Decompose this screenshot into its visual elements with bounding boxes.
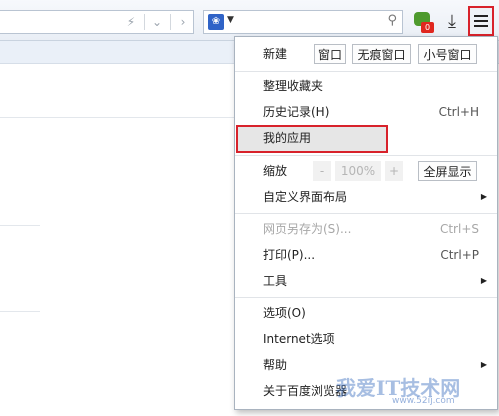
divider xyxy=(0,117,234,118)
shortcut-label: Ctrl+P xyxy=(440,248,479,262)
chevron-down-icon[interactable]: ⌄ xyxy=(146,11,168,33)
submenu-arrow-icon: ▶ xyxy=(480,192,487,201)
submenu-arrow-icon: ▶ xyxy=(480,276,487,285)
menu-label: Internet选项 xyxy=(263,332,335,346)
hamburger-icon xyxy=(474,15,488,17)
address-bar[interactable]: ⚡ ⌄ › xyxy=(0,10,194,34)
fullscreen-button[interactable]: 全屏显示 xyxy=(418,161,477,181)
menu-separator xyxy=(235,213,497,214)
caret-down-icon[interactable]: ▼ xyxy=(227,15,234,25)
menu-item-options[interactable]: 选项(O) xyxy=(235,301,497,325)
menu-label: 打印(P)... xyxy=(263,248,316,262)
incognito-window-button[interactable]: 无痕窗口 xyxy=(352,44,411,64)
lightning-icon[interactable]: ⚡ xyxy=(120,11,142,33)
menu-item-history[interactable]: 历史记录(H) Ctrl+H xyxy=(235,100,497,124)
menu-label: 工具 xyxy=(263,274,288,288)
menu-label: 网页另存为(S)... xyxy=(263,222,352,236)
menu-item-organize-favorites[interactable]: 整理收藏夹 xyxy=(235,74,497,98)
menu-separator xyxy=(235,71,497,72)
shortcut-label: Ctrl+H xyxy=(438,105,479,119)
highlight-box xyxy=(236,125,388,153)
divider xyxy=(0,311,40,312)
search-box[interactable]: ❀ ▼ ⚲ xyxy=(203,10,403,34)
divider xyxy=(170,14,171,30)
divider xyxy=(0,225,40,226)
menu-separator xyxy=(235,297,497,298)
watermark-url: www.52ij.com xyxy=(392,396,455,406)
menu-item-customize-layout[interactable]: 自定义界面布局 ▶ xyxy=(235,185,497,209)
chevron-right-icon[interactable]: › xyxy=(172,11,194,33)
submenu-arrow-icon: ▶ xyxy=(480,360,487,369)
main-menu-button[interactable] xyxy=(468,6,494,36)
menu-item-print[interactable]: 打印(P)... Ctrl+P xyxy=(235,243,497,267)
menu-label: 自定义界面布局 xyxy=(263,190,348,204)
shortcut-label: Ctrl+S xyxy=(439,222,479,236)
menu-label: 帮助 xyxy=(263,358,288,372)
menu-label: 选项(O) xyxy=(263,306,306,320)
menu-separator xyxy=(235,155,497,156)
menu-label: 历史记录(H) xyxy=(263,105,330,119)
menu-item-internet-options[interactable]: Internet选项 xyxy=(235,327,497,351)
menu-item-save-as: 网页另存为(S)... Ctrl+S xyxy=(235,217,497,241)
menu-label: 整理收藏夹 xyxy=(263,79,324,93)
divider xyxy=(144,14,145,30)
search-icon[interactable]: ⚲ xyxy=(387,13,397,28)
zoom-level: 100% xyxy=(335,161,381,181)
zoom-out-button[interactable]: - xyxy=(313,161,331,181)
zoom-in-button[interactable]: + xyxy=(385,161,403,181)
download-icon[interactable]: ⤓ xyxy=(440,10,464,34)
menu-item-tools[interactable]: 工具 ▶ xyxy=(235,269,497,293)
new-label: 新建 xyxy=(263,47,288,61)
small-window-button[interactable]: 小号窗口 xyxy=(418,44,477,64)
notification-badge: 0 xyxy=(421,22,434,33)
browser-toolbar: ⚡ ⌄ › ❀ ▼ ⚲ 0 ⤓ xyxy=(0,0,499,41)
new-window-button[interactable]: 窗口 xyxy=(314,44,346,64)
menu-label: 关于百度浏览器 xyxy=(263,384,348,398)
hamburger-icon-bar xyxy=(474,20,488,22)
main-menu: 新建 窗口 无痕窗口 小号窗口 整理收藏夹 历史记录(H) Ctrl+H 我的应… xyxy=(234,36,498,410)
paw-icon[interactable]: ❀ xyxy=(208,14,224,30)
hamburger-icon-bar xyxy=(474,25,488,27)
chat-button[interactable]: 0 xyxy=(411,10,435,34)
menu-label: 缩放 xyxy=(263,164,288,178)
zoom-control: - 100% + xyxy=(313,161,403,181)
